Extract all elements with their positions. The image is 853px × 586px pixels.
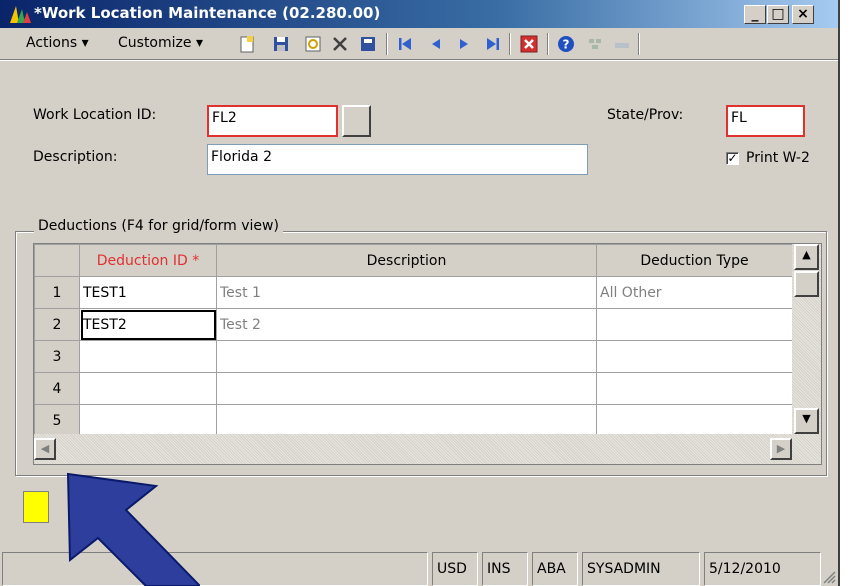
print-w2-checkbox[interactable]: ✓ xyxy=(726,152,739,165)
app-logo-icon xyxy=(10,6,31,23)
close-button[interactable]: × xyxy=(792,5,814,24)
status-company: ABA xyxy=(532,552,578,586)
svg-text:?: ? xyxy=(563,38,570,52)
horizontal-scrollbar[interactable]: ◀ ▶ xyxy=(34,434,821,464)
row-number[interactable]: 3 xyxy=(34,340,80,373)
state-prov-label: State/Prov: xyxy=(607,107,684,123)
grid-corner xyxy=(34,244,80,277)
first-record-icon[interactable] xyxy=(395,34,415,54)
minimize-icon: _ xyxy=(751,6,759,22)
dropdown-arrow-icon: ▾ xyxy=(81,35,89,51)
deduction-type-cell[interactable] xyxy=(596,404,793,437)
state-prov-input[interactable]: FL xyxy=(726,105,805,137)
column-header-deduction-id[interactable]: Deduction ID * xyxy=(79,244,217,277)
next-record-icon[interactable] xyxy=(454,34,474,54)
row-number[interactable]: 4 xyxy=(34,372,80,405)
scroll-left-arrow-icon: ◀ xyxy=(40,442,50,455)
maximize-button[interactable]: □ xyxy=(767,5,789,24)
description-cell[interactable] xyxy=(216,372,597,405)
column-header-deduction-type[interactable]: Deduction Type xyxy=(596,244,793,277)
description-cell[interactable] xyxy=(216,404,597,437)
new-document-icon[interactable] xyxy=(237,34,257,54)
row-number[interactable]: 5 xyxy=(34,404,80,437)
toolbar: Actions ▾ Customize ▾ ? xyxy=(0,28,838,60)
table-row[interactable]: 2 TEST2 Test 2 xyxy=(34,308,793,341)
status-mode: INS xyxy=(482,552,528,586)
print-w2-label: Print W-2 xyxy=(746,150,810,166)
scroll-left-button[interactable]: ◀ xyxy=(34,438,56,460)
deduction-id-cell[interactable]: TEST1 xyxy=(79,276,217,309)
deductions-grid[interactable]: Deduction ID * Description Deduction Typ… xyxy=(33,243,822,465)
scroll-right-arrow-icon: ▶ xyxy=(776,442,786,455)
description-input[interactable]: Florida 2 xyxy=(207,144,588,175)
previous-record-icon[interactable] xyxy=(426,34,446,54)
table-row[interactable]: 5 xyxy=(34,404,793,437)
save-icon[interactable] xyxy=(271,34,291,54)
toolbar-separator xyxy=(509,33,511,55)
scroll-right-button[interactable]: ▶ xyxy=(770,438,792,460)
help-icon[interactable]: ? xyxy=(556,34,576,54)
deduction-type-cell[interactable] xyxy=(596,340,793,373)
scroll-down-button[interactable]: ▼ xyxy=(794,408,819,434)
toolbar-separator xyxy=(638,33,640,55)
row-number[interactable]: 2 xyxy=(34,308,80,341)
deductions-table: Deduction ID * Description Deduction Typ… xyxy=(34,244,793,437)
work-location-id-label: Work Location ID: xyxy=(33,107,157,123)
disabled-tool-icon xyxy=(589,39,601,49)
grid-header-row: Deduction ID * Description Deduction Typ… xyxy=(34,244,793,277)
deduction-id-cell[interactable] xyxy=(79,372,217,405)
deduction-type-cell[interactable] xyxy=(596,308,793,341)
save-close-icon[interactable] xyxy=(358,34,378,54)
table-row[interactable]: 3 xyxy=(34,340,793,373)
deduction-id-cell[interactable] xyxy=(79,404,217,437)
deduction-type-cell[interactable]: All Other xyxy=(596,276,793,309)
refresh-icon[interactable] xyxy=(303,34,323,54)
description-cell[interactable]: Test 1 xyxy=(216,276,597,309)
maximize-icon: □ xyxy=(771,6,785,22)
vertical-scrollbar[interactable]: ▲ ▼ xyxy=(792,244,821,434)
status-date: 5/12/2010 xyxy=(704,552,821,586)
toolbar-separator xyxy=(386,33,388,55)
table-row[interactable]: 1 TEST1 Test 1 All Other xyxy=(34,276,793,309)
minimize-button[interactable]: _ xyxy=(744,5,766,24)
description-cell[interactable]: Test 2 xyxy=(216,308,597,341)
deduction-id-cell[interactable]: TEST2 xyxy=(79,308,217,341)
customize-menu-label: Customize xyxy=(118,35,192,51)
column-header-description[interactable]: Description xyxy=(216,244,597,277)
work-location-id-input[interactable]: FL2 xyxy=(207,105,338,137)
window-title: *Work Location Maintenance (02.280.00) xyxy=(34,4,381,22)
row-number[interactable]: 1 xyxy=(34,276,80,309)
close-icon: × xyxy=(797,6,809,22)
status-currency: USD xyxy=(432,552,478,586)
customize-menu[interactable]: Customize ▾ xyxy=(118,35,203,51)
table-row[interactable]: 4 xyxy=(34,372,793,405)
actions-menu-label: Actions xyxy=(26,35,78,51)
cancel-close-icon[interactable] xyxy=(519,34,539,54)
deduction-id-cell[interactable] xyxy=(79,340,217,373)
deductions-group-title: Deductions (F4 for grid/form view) xyxy=(34,218,283,234)
resize-grip-icon[interactable] xyxy=(822,570,836,584)
dropdown-arrow-icon: ▾ xyxy=(195,35,203,51)
last-record-icon[interactable] xyxy=(483,34,503,54)
scroll-up-arrow-icon: ▲ xyxy=(802,248,811,261)
disabled-tool-icon xyxy=(615,43,629,48)
description-label: Description: xyxy=(33,149,118,165)
toolbar-separator xyxy=(547,33,549,55)
deduction-type-cell[interactable] xyxy=(596,372,793,405)
actions-menu[interactable]: Actions ▾ xyxy=(26,35,89,51)
description-cell[interactable] xyxy=(216,340,597,373)
annotation-arrow-icon xyxy=(66,472,200,586)
work-location-lookup-button[interactable] xyxy=(342,105,371,137)
title-bar[interactable]: *Work Location Maintenance (02.280.00) _… xyxy=(0,0,838,28)
vertical-scroll-thumb[interactable] xyxy=(794,271,819,297)
delete-icon[interactable] xyxy=(330,34,350,54)
status-user: SYSADMIN xyxy=(582,552,700,586)
note-indicator-button[interactable] xyxy=(23,491,49,523)
scroll-up-button[interactable]: ▲ xyxy=(794,244,819,270)
scroll-down-arrow-icon: ▼ xyxy=(802,412,811,425)
